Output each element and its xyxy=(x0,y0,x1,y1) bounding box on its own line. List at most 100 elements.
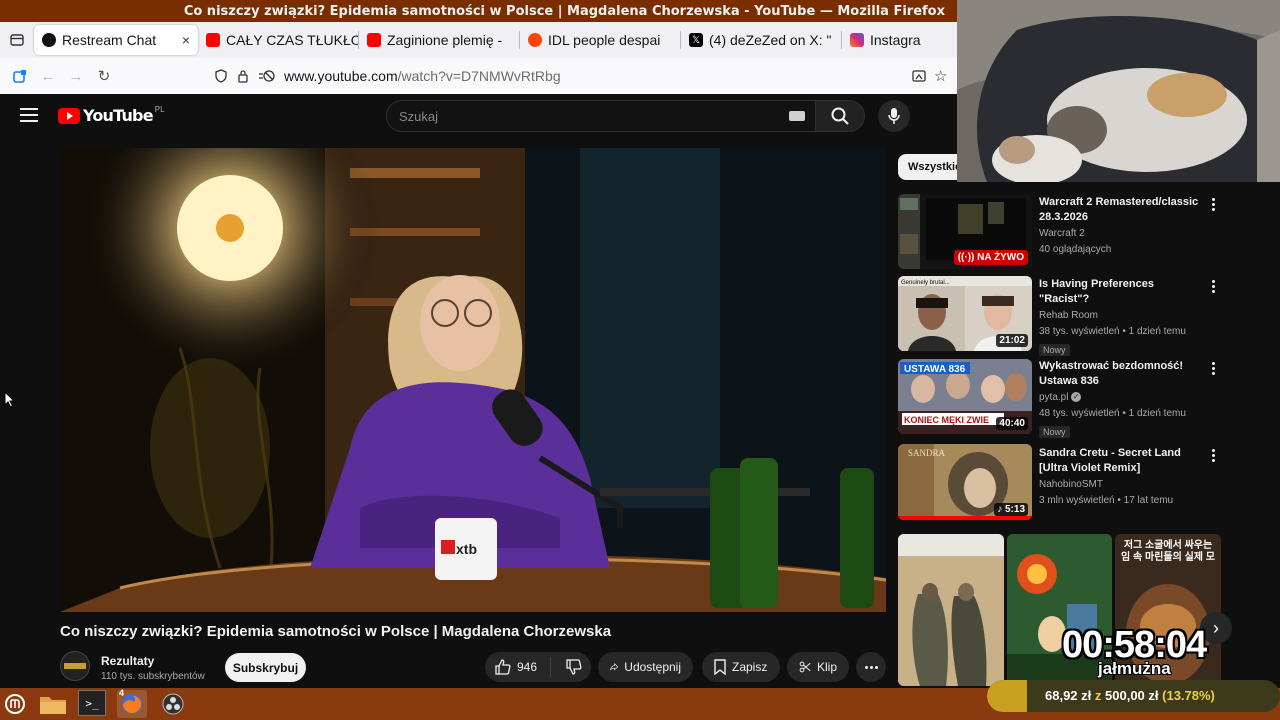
new-badge: Nowy xyxy=(1039,344,1070,356)
rec-thumbnail[interactable]: ((·)) NA ŻYWO xyxy=(898,194,1032,269)
mouse-cursor-icon xyxy=(4,390,16,413)
tab-strip: Restream Chat × CAŁY CZAS TŁUKŁO Zaginio… xyxy=(0,22,957,58)
tab-x[interactable]: 𝕏 (4) deZeZed on X: " xyxy=(681,25,841,55)
mug-logo-text: xtb xyxy=(456,541,477,557)
thumb-top-text: SANDRA xyxy=(908,448,946,458)
rec-info[interactable]: Sandra Cretu - Secret Land [Ultra Violet… xyxy=(1039,446,1204,509)
bookmark-star-icon[interactable]: ☆ xyxy=(934,67,947,85)
subscribe-button[interactable]: Subskrybuj xyxy=(225,653,306,682)
share-button[interactable]: Udostępnij xyxy=(598,652,693,682)
more-actions-button[interactable] xyxy=(856,652,886,682)
rec-menu-icon[interactable] xyxy=(1209,280,1217,293)
url-path: /watch?v=D7NMWvRtRbg xyxy=(397,68,561,84)
tab-list-icon[interactable] xyxy=(0,26,34,54)
close-tab-icon[interactable]: × xyxy=(172,32,190,48)
donation-target: 500,00 zł xyxy=(1105,688,1159,703)
firefox-icon[interactable]: 4 xyxy=(117,688,147,718)
url-bar[interactable]: www.youtube.com/watch?v=D7NMWvRtRbg ☆ xyxy=(214,62,954,90)
save-label: Zapisz xyxy=(732,660,768,674)
timer-label: jałmużna xyxy=(1098,659,1171,678)
url-host: www.youtube.com xyxy=(284,68,398,84)
share-arrow-icon xyxy=(610,663,619,671)
like-button[interactable]: 946 xyxy=(485,657,551,677)
rec-info[interactable]: Is Having Preferences "Racist"? Rehab Ro… xyxy=(1039,277,1204,358)
donation-progress-fill xyxy=(987,680,1027,712)
search-input[interactable]: Szukaj xyxy=(386,100,816,132)
rec-title[interactable]: Warcraft 2 Remastered/classic 28.3.2026 xyxy=(1039,195,1204,225)
search-button[interactable] xyxy=(815,100,865,132)
window-title-bar: Co niszczy związki? Epidemia samotności … xyxy=(0,0,957,22)
thumb-caption: Genuinely brutal... xyxy=(901,280,950,286)
clip-button[interactable]: Klip xyxy=(787,652,849,682)
tab-instagram[interactable]: Instagra xyxy=(842,25,922,55)
rec-channel[interactable]: Warcraft 2 xyxy=(1039,226,1204,242)
forward-arrow-icon[interactable]: → xyxy=(62,62,90,90)
container-tab-icon[interactable] xyxy=(6,62,34,90)
scissors-icon xyxy=(799,661,811,673)
tab-label: IDL people despai xyxy=(548,32,661,48)
rec-title[interactable]: Wykastrować bezdomność! Ustawa 836 xyxy=(1039,359,1204,389)
video-frame-image: xtb xyxy=(60,148,886,612)
search-placeholder: Szukaj xyxy=(399,109,439,124)
subscriber-count: 110 tys. subskrybentów xyxy=(101,671,205,682)
tab-youtube-1[interactable]: CAŁY CZAS TŁUKŁO xyxy=(198,25,358,55)
permissions-icon[interactable] xyxy=(258,69,276,83)
rec-channel[interactable]: Rehab Room xyxy=(1039,308,1204,324)
more-dots-icon xyxy=(869,665,873,669)
donation-progress-bar: 68,92 zł z 500,00 zł (13.78%) xyxy=(987,680,1280,712)
channel-avatar[interactable] xyxy=(60,651,90,681)
terminal-icon[interactable]: >_ xyxy=(78,690,106,716)
like-dislike-group: 946 xyxy=(485,652,591,682)
rec-title[interactable]: Is Having Preferences "Racist"? xyxy=(1039,277,1204,307)
rec-channel[interactable]: NahobinoSMT xyxy=(1039,477,1204,493)
reload-icon[interactable]: ↻ xyxy=(90,62,118,90)
rec-menu-icon[interactable] xyxy=(1209,198,1217,211)
hamburger-menu-icon[interactable] xyxy=(20,108,38,127)
more-dots-icon xyxy=(874,665,878,669)
rec-thumbnail[interactable]: USTAWA 836 KONIEC MĘKI ZWIE 40:40 xyxy=(898,359,1032,434)
thumbs-down-icon xyxy=(566,659,582,675)
shield-icon[interactable] xyxy=(214,69,228,83)
live-badge: ((·)) NA ŻYWO xyxy=(953,250,1028,265)
tab-restream-chat[interactable]: Restream Chat × xyxy=(34,25,198,55)
duration-text: 5:13 xyxy=(1004,504,1025,515)
region-code: PL xyxy=(154,105,165,114)
save-button[interactable]: Zapisz xyxy=(702,652,780,682)
verified-icon: ✓ xyxy=(1071,392,1082,403)
bookmark-icon xyxy=(714,659,726,675)
tab-label: Instagra xyxy=(870,32,921,48)
folder-icon[interactable] xyxy=(38,690,68,718)
chip-all[interactable]: Wszystkie xyxy=(898,154,957,180)
screenshot-icon[interactable] xyxy=(912,69,926,83)
rec-thumbnail[interactable]: SANDRA ♪ 5:13 xyxy=(898,444,1032,520)
rec-title[interactable]: Sandra Cretu - Secret Land [Ultra Violet… xyxy=(1039,446,1204,476)
dislike-button[interactable] xyxy=(557,659,582,675)
webcam-overlay xyxy=(957,0,1280,182)
rec-info[interactable]: Warcraft 2 Remastered/classic 28.3.2026 … xyxy=(1039,195,1204,258)
rec-channel-row[interactable]: pyta.pl ✓ xyxy=(1039,390,1204,406)
back-arrow-icon[interactable]: ← xyxy=(34,62,62,90)
tab-label: Restream Chat xyxy=(62,32,157,48)
youtube-logo[interactable]: YouTube PL xyxy=(58,105,165,125)
rec-thumbnail[interactable]: Genuinely brutal... 21:02 xyxy=(898,276,1032,351)
tab-youtube-2[interactable]: Zaginione plemię - xyxy=(359,25,519,55)
tab-reddit[interactable]: IDL people despai xyxy=(520,25,680,55)
keyboard-icon[interactable] xyxy=(789,111,805,121)
voice-search-button[interactable] xyxy=(878,100,910,132)
lock-icon[interactable] xyxy=(236,69,250,83)
rec-info[interactable]: Wykastrować bezdomność! Ustawa 836 pyta.… xyxy=(1039,359,1204,440)
url-text[interactable]: www.youtube.com/watch?v=D7NMWvRtRbg xyxy=(284,68,561,84)
channel-name[interactable]: Rezultaty xyxy=(101,654,154,668)
obs-icon[interactable] xyxy=(158,690,188,718)
rec-channel[interactable]: pyta.pl xyxy=(1039,392,1068,403)
short-thumbnail[interactable] xyxy=(898,534,1004,686)
start-menu-icon[interactable] xyxy=(0,690,30,718)
tab-label: (4) deZeZed on X: " xyxy=(709,32,832,48)
video-player[interactable]: xtb xyxy=(60,148,886,612)
donation-percent: (13.78%) xyxy=(1162,688,1215,703)
webcam-cat-image xyxy=(957,0,1280,182)
new-badge: Nowy xyxy=(1039,426,1070,438)
rec-menu-icon[interactable] xyxy=(1209,449,1217,462)
rec-menu-icon[interactable] xyxy=(1209,362,1217,375)
short-soldiers-image xyxy=(898,534,1004,686)
